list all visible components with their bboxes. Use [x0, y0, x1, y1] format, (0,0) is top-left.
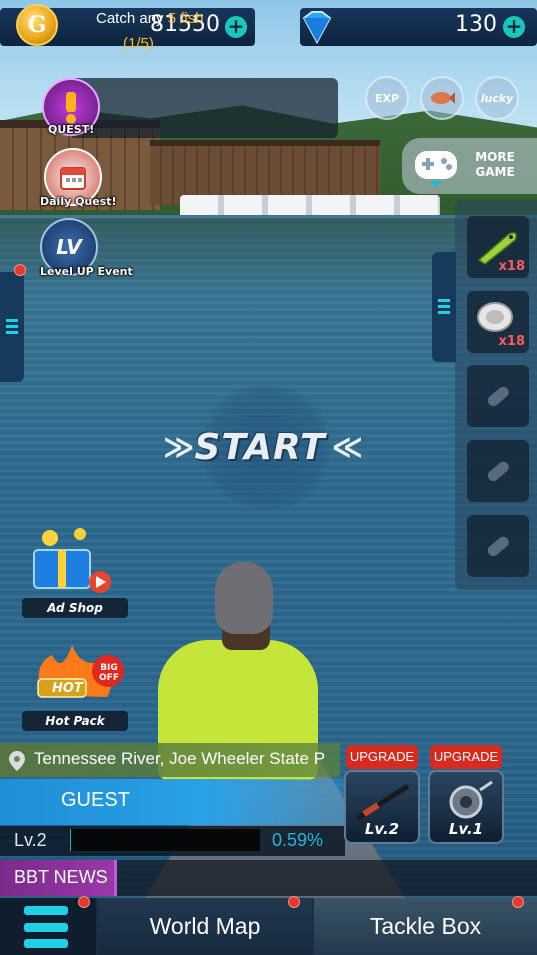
quest-description: Catch any 5 fish — [96, 10, 204, 27]
player-name-bar[interactable] — [0, 779, 345, 825]
item-slot-lure[interactable]: x18 — [467, 216, 529, 278]
add-gems-button[interactable]: + — [503, 16, 525, 38]
reel-upgrade-button[interactable]: UPGRADE — [430, 745, 502, 769]
item-slot-empty[interactable] — [467, 515, 529, 577]
hot-pack-button[interactable]: HOT BIG OFF Hot Pack — [22, 635, 128, 731]
hot-pack-label: Hot Pack — [22, 711, 128, 731]
quest-progress: (1/5) — [123, 35, 154, 52]
gem-count: 130 — [455, 12, 497, 37]
exp-boost-button[interactable]: EXP — [365, 76, 409, 120]
lure-count: x18 — [498, 259, 525, 274]
right-drawer-handle[interactable] — [432, 252, 456, 362]
gamepad-icon — [415, 151, 457, 187]
news-label: BBT NEWS — [14, 867, 108, 887]
world-map-button[interactable]: World Map — [98, 898, 312, 955]
big-off-badge: BIG OFF — [99, 663, 119, 683]
pill-placeholder-icon — [487, 536, 509, 557]
hot-badge: HOT — [52, 681, 83, 696]
hamburger-icon — [438, 299, 450, 314]
more-game-label: MORE GAME — [475, 150, 515, 179]
calendar-icon — [60, 167, 86, 190]
line-count: x18 — [498, 334, 525, 349]
level-up-event-label: Level UP Event — [40, 265, 133, 278]
rod-level: Lv.2 — [364, 820, 400, 838]
lucky-icon: lucky — [480, 91, 514, 105]
pill-placeholder-icon — [487, 461, 509, 482]
rod-upgrade-button[interactable]: UPGRADE — [346, 745, 418, 769]
item-slot-line[interactable]: x18 — [467, 291, 529, 353]
fish-bait-icon — [431, 92, 455, 104]
angler-cap — [215, 562, 273, 634]
notification-dot — [512, 896, 524, 908]
fishing-rod-icon — [356, 783, 410, 821]
item-slot-empty[interactable] — [467, 365, 529, 427]
quest-label: QUEST! — [48, 123, 95, 136]
left-drawer-handle[interactable] — [0, 272, 24, 382]
tackle-box-button[interactable]: Tackle Box — [314, 898, 537, 955]
fishing-reel-icon — [449, 780, 493, 819]
reel-level: Lv.1 — [448, 820, 484, 838]
location-name: Tennessee River, Joe Wheeler State P — [34, 749, 326, 768]
rod-equipment-button[interactable]: Lv.2 — [344, 770, 420, 844]
player-level: Lv.2 — [14, 830, 47, 850]
exclamation-icon — [66, 92, 76, 124]
lucky-boost-button[interactable]: lucky — [475, 76, 519, 120]
diamond-icon — [302, 11, 332, 45]
exp-icon: EXP — [374, 91, 400, 105]
hamburger-icon — [6, 319, 18, 334]
chevron-left-icon: ≪ — [331, 429, 364, 465]
level-up-icon: LV — [56, 235, 82, 259]
quest-panel[interactable] — [70, 78, 338, 138]
notification-dot — [78, 896, 90, 908]
start-label: START — [194, 426, 326, 468]
gift-box-icon — [33, 528, 111, 593]
currency-bar: G 81550 + 130 + — [0, 0, 537, 50]
player-name: GUEST — [61, 789, 130, 811]
reel-equipment-button[interactable]: Lv.1 — [428, 770, 504, 844]
item-slot-empty[interactable] — [467, 440, 529, 502]
xp-progress-bar — [70, 829, 260, 851]
location-pin-icon — [9, 751, 25, 771]
add-coins-button[interactable]: + — [225, 16, 247, 38]
moored-boats — [180, 195, 440, 217]
daily-quest-label: Daily Quest! — [40, 195, 117, 208]
menu-icon — [24, 906, 68, 948]
gold-coin-icon: G — [16, 4, 58, 46]
bait-boost-button[interactable] — [420, 76, 464, 120]
chevron-right-icon: ≫ — [162, 429, 195, 465]
start-button[interactable]: ≫ START ≪ — [146, 423, 374, 471]
xp-percent: 0.59% — [272, 830, 324, 850]
notification-dot — [14, 264, 26, 276]
ad-shop-button[interactable]: Ad Shop — [22, 520, 128, 620]
notification-dot — [288, 896, 300, 908]
ad-shop-label: Ad Shop — [22, 598, 128, 618]
fishing-line-spool-icon — [477, 302, 513, 332]
pill-placeholder-icon — [487, 386, 509, 407]
xp-progress-fill — [70, 829, 72, 851]
